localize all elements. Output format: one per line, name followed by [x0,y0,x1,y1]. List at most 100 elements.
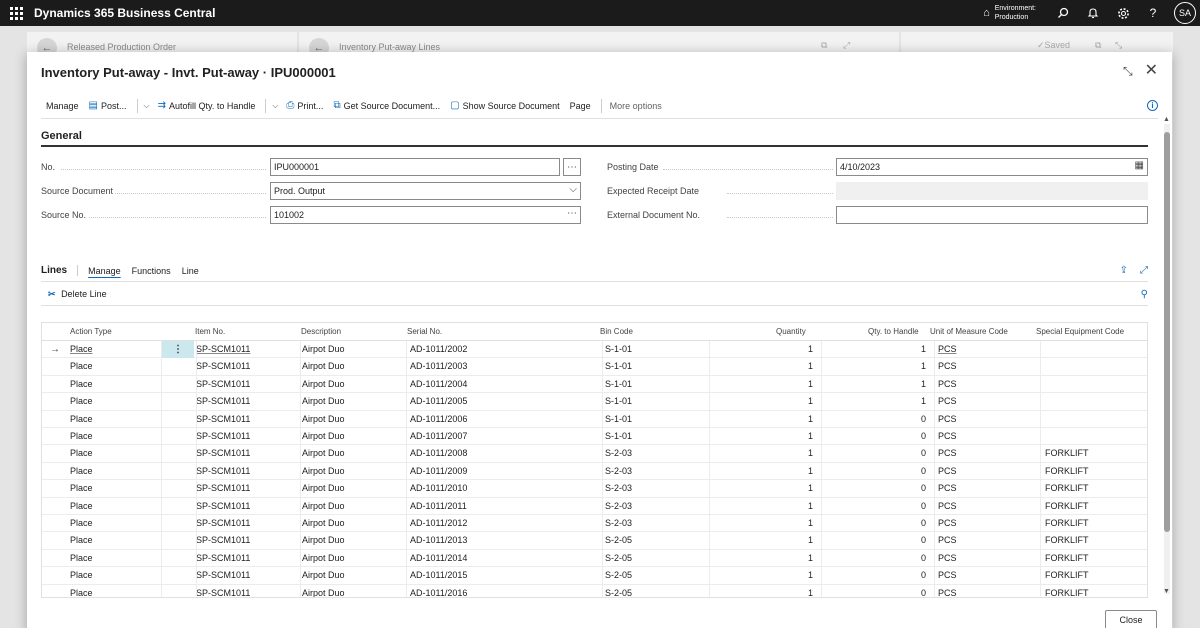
cell-special-equipment[interactable]: FORKLIFT [1045,535,1089,545]
scroll-up-arrow-icon[interactable]: ▲ [1163,116,1170,123]
cell-unit-of-measure[interactable]: PCS [938,466,957,476]
cell-bin-code[interactable]: S-1-01 [605,431,632,441]
lines-tab-functions[interactable]: Functions [132,266,171,276]
page-menu[interactable]: Page [570,101,591,111]
cell-item-no[interactable]: SP-SCM1011 [196,466,250,476]
cell-quantity[interactable]: 1 [808,361,813,371]
expand-lines-icon[interactable]: ⤢ [1140,265,1148,276]
app-launcher-icon[interactable] [0,0,32,26]
cell-description[interactable]: Airpot Duo [302,379,345,389]
cell-quantity[interactable]: 1 [808,501,813,511]
cell-qty-to-handle[interactable]: 0 [921,501,926,511]
open-new-window-icon[interactable]: ⧉ [1095,40,1101,51]
cell-unit-of-measure[interactable]: PCS [938,553,957,563]
table-row[interactable]: Place SP-SCM1011 Airpot Duo AD-1011/2003 S-1… [42,358,1147,376]
delete-line-button[interactable]: ✂ Delete Line [48,289,107,300]
cell-item-no[interactable]: SP-SCM1011 [196,431,250,441]
cell-quantity[interactable]: 1 [808,588,813,597]
cell-special-equipment[interactable]: FORKLIFT [1045,483,1089,493]
cell-quantity[interactable]: 1 [808,396,813,406]
lines-heading[interactable]: Lines [41,265,79,276]
cell-unit-of-measure[interactable]: PCS [938,501,957,511]
column-header-description[interactable]: Description [301,327,341,336]
column-header-unit-of-measure[interactable]: Unit of Measure Code [930,327,1008,336]
cell-qty-to-handle[interactable]: 0 [921,466,926,476]
cell-bin-code[interactable]: S-1-01 [605,379,632,389]
cell-qty-to-handle[interactable]: 1 [921,379,926,389]
cell-unit-of-measure[interactable]: PCS [938,361,957,371]
cell-qty-to-handle[interactable]: 0 [921,448,926,458]
chevron-down-icon[interactable]: ⌵ [272,101,278,111]
cell-item-no[interactable]: SP-SCM1011 [196,379,250,389]
cell-bin-code[interactable]: S-2-03 [605,448,632,458]
scroll-down-arrow-icon[interactable]: ▼ [1163,588,1170,595]
cell-serial-no[interactable]: AD-1011/2010 [410,483,467,493]
cell-item-no[interactable]: SP-SCM1011 [196,570,250,580]
cell-serial-no[interactable]: AD-1011/2016 [410,588,467,597]
collapse-icon[interactable]: ⤡ [1123,63,1133,79]
cell-quantity[interactable]: 1 [808,414,813,424]
table-row[interactable]: Place SP-SCM1011 Airpot Duo AD-1011/2007 S-1… [42,428,1147,446]
cell-description[interactable]: Airpot Duo [302,414,345,424]
cell-special-equipment[interactable]: FORKLIFT [1045,570,1089,580]
get-source-document-button[interactable]: ⧉ Get Source Document... [333,100,440,111]
cell-description[interactable]: Airpot Duo [302,483,345,493]
cell-qty-to-handle[interactable]: 0 [921,570,926,580]
general-section-heading[interactable]: General [41,130,82,142]
cell-action-type[interactable]: Place [70,466,93,476]
cell-description[interactable]: Airpot Duo [302,396,345,406]
cell-description[interactable]: Airpot Duo [302,570,345,580]
external-document-no-field[interactable] [836,206,1148,224]
cell-quantity[interactable]: 1 [808,535,813,545]
cell-serial-no[interactable]: AD-1011/2015 [410,570,467,580]
table-row[interactable]: Place SP-SCM1011 Airpot Duo AD-1011/2009 S-2… [42,463,1147,481]
cell-unit-of-measure[interactable]: PCS [938,518,957,528]
column-header-special-equipment[interactable]: Special Equipment Code [1036,327,1124,336]
vertical-scrollbar[interactable]: ▲ ▼ [1163,116,1170,595]
autofill-qty-button[interactable]: ⇉ Autofill Qty. to Handle [158,100,256,111]
no-field[interactable]: IPU000001 [270,158,560,176]
column-header-item-no[interactable]: Item No. [195,327,225,336]
cell-item-no[interactable]: SP-SCM1011 [196,483,250,493]
table-row[interactable]: Place SP-SCM1011 Airpot Duo AD-1011/2011 S-2… [42,498,1147,515]
cell-action-type[interactable]: Place [70,361,93,371]
cell-serial-no[interactable]: AD-1011/2006 [410,414,467,424]
column-header-quantity[interactable]: Quantity [776,327,806,336]
cell-quantity[interactable]: 1 [808,379,813,389]
cell-quantity[interactable]: 1 [808,431,813,441]
column-header-serial-no[interactable]: Serial No. [407,327,442,336]
cell-item-no[interactable]: SP-SCM1011 [196,414,250,424]
cell-special-equipment[interactable]: FORKLIFT [1045,466,1089,476]
cell-description[interactable]: Airpot Duo [302,501,345,511]
source-no-field[interactable]: 101002 ⋯ [270,206,581,224]
cell-special-equipment[interactable]: FORKLIFT [1045,501,1089,511]
user-avatar[interactable]: SA [1174,2,1196,24]
cell-action-type[interactable]: Place [70,396,93,406]
row-actions-icon[interactable]: ⋮ [162,341,194,358]
cell-action-type[interactable]: Place [70,483,93,493]
cell-qty-to-handle[interactable]: 0 [921,588,926,597]
table-row[interactable]: Place SP-SCM1011 Airpot Duo AD-1011/2013 S-2… [42,532,1147,550]
source-document-select[interactable]: Prod. Output ⌵ [270,182,581,200]
cell-qty-to-handle[interactable]: 0 [921,483,926,493]
chevron-down-icon[interactable]: ⌵ [144,101,150,111]
column-header-bin-code[interactable]: Bin Code [600,327,633,336]
cell-item-no[interactable]: SP-SCM1011 [196,361,250,371]
cell-serial-no[interactable]: AD-1011/2013 [410,535,467,545]
print-button[interactable]: ⎙ Print... [286,100,323,111]
cell-description[interactable]: Airpot Duo [302,361,345,371]
collapse-icon[interactable]: ⤡ [1115,40,1122,51]
cell-action-type[interactable]: Place [70,535,93,545]
cell-description[interactable]: Airpot Duo [302,518,345,528]
table-row[interactable]: Place SP-SCM1011 Airpot Duo AD-1011/2004 S-1… [42,376,1147,394]
cell-action-type[interactable]: Place [70,344,93,354]
cell-bin-code[interactable]: S-1-01 [605,414,632,424]
cell-serial-no[interactable]: AD-1011/2011 [410,501,467,511]
scrollbar-thumb[interactable] [1164,132,1170,532]
cell-qty-to-handle[interactable]: 0 [921,414,926,424]
table-row[interactable]: Place SP-SCM1011 Airpot Duo AD-1011/2006 S-1… [42,411,1147,428]
cell-bin-code[interactable]: S-1-01 [605,396,632,406]
cell-serial-no[interactable]: AD-1011/2009 [410,466,467,476]
cell-unit-of-measure[interactable]: PCS [938,448,957,458]
cell-bin-code[interactable]: S-2-03 [605,466,632,476]
